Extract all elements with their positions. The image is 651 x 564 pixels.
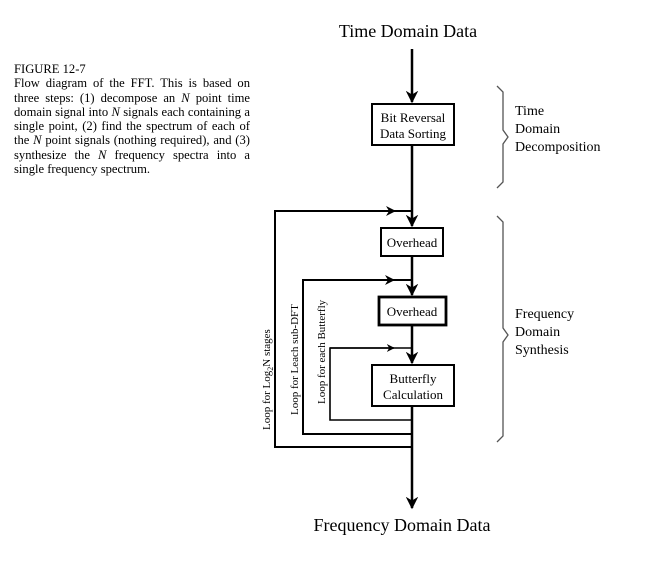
loop-outer-label: Loop for Log2N stages: [261, 329, 275, 430]
input-label: Time Domain Data: [339, 21, 477, 41]
loop-middle-label: Loop for Leach sub-DFT: [289, 304, 301, 415]
fft-flow-diagram: Time Domain Data Bit Reversal Data Sorti…: [261, 21, 601, 535]
synth-line1: Frequency: [515, 307, 574, 322]
decomp-line1: Time: [515, 104, 544, 119]
decomp-line2: Domain: [515, 122, 560, 137]
bit-reversal-line1: Bit Reversal: [381, 110, 446, 125]
brace-decomposition: [496, 85, 509, 189]
overhead-subdft-label: Overhead: [387, 304, 438, 319]
butterfly-line1: Butterfly: [390, 371, 437, 386]
overhead-stage-label: Overhead: [387, 235, 438, 250]
synth-line2: Domain: [515, 325, 560, 340]
output-label: Frequency Domain Data: [314, 515, 491, 535]
brace-synthesis: [496, 215, 509, 443]
synth-line3: Synthesis: [515, 343, 569, 358]
bit-reversal-line2: Data Sorting: [380, 126, 447, 141]
butterfly-line2: Calculation: [383, 387, 443, 402]
loop-inner-label: Loop for each Butterfly: [316, 299, 328, 404]
decomp-line3: Decomposition: [515, 140, 601, 155]
